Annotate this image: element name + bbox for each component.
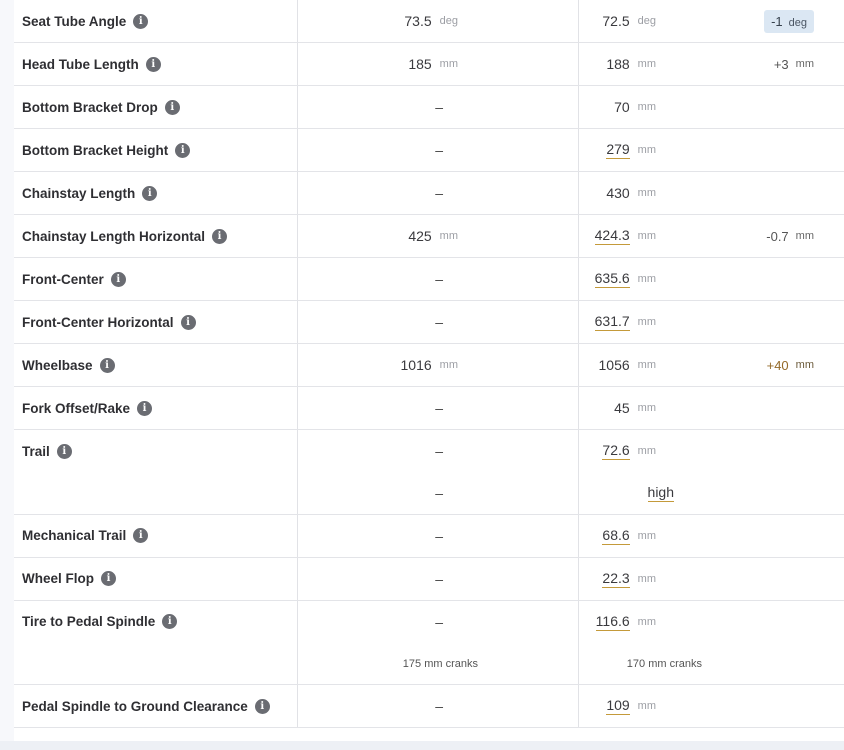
difference-value: +3 mm xyxy=(773,56,814,72)
bike2-value: 70 mm xyxy=(614,99,656,115)
info-icon[interactable]: i xyxy=(162,614,178,629)
bike2-value: 45 mm xyxy=(614,400,656,416)
table-row: Bottom Bracket Drop i – 70 mm xyxy=(14,86,844,129)
bike1-value: 73.5 deg xyxy=(404,13,458,29)
bike2-value: 635.6 mm xyxy=(594,270,656,288)
bike1-empty: – xyxy=(435,613,443,630)
info-icon[interactable]: i xyxy=(142,185,158,201)
bike1-empty: – xyxy=(435,271,443,287)
info-icon[interactable]: i xyxy=(180,314,196,330)
trail-rating: high xyxy=(647,484,674,502)
bike2-value: 430 mm xyxy=(606,185,656,201)
info-icon[interactable]: i xyxy=(145,56,161,72)
geometry-table: Seat Tube Angle i 73.5 deg 72.5 deg -1 deg H… xyxy=(14,0,844,728)
bike2-value: 116.6 mm xyxy=(595,612,656,631)
row-label: Front-Center i xyxy=(22,258,126,300)
table-row: Head Tube Length i 185 mm 188 mm +3 mm xyxy=(14,43,844,86)
table-row: Tire to Pedal Spindle i – 175 mm cranks 1… xyxy=(14,600,844,685)
bike1-empty: – xyxy=(435,698,443,714)
difference-badge: -1 deg xyxy=(764,0,814,42)
bike1-value: 185 mm xyxy=(408,56,458,72)
table-row: Chainstay Length i – 430 mm xyxy=(14,172,844,215)
info-icon[interactable]: i xyxy=(164,99,180,115)
bike2-crank-note: 170 mm cranks xyxy=(626,657,702,670)
bike1-empty: – xyxy=(435,400,443,416)
row-label: Head Tube Length i xyxy=(22,43,161,85)
info-icon[interactable]: i xyxy=(212,228,228,244)
bike2-value: 1056 mm xyxy=(598,357,656,373)
table-row: Front-Center i – 635.6 mm xyxy=(14,258,844,301)
table-row: Trail i – – 72.6 mm high xyxy=(14,430,844,515)
bike1-empty: – xyxy=(435,443,443,459)
table-row: Mechanical Trail i – 68.6 mm xyxy=(14,514,844,558)
bike2-value: 72.6 mm xyxy=(602,442,656,460)
row-label: Chainstay Length Horizontal i xyxy=(22,215,228,257)
row-label: Mechanical Trail i xyxy=(22,515,149,557)
info-icon[interactable]: i xyxy=(137,400,153,416)
bike2-value: 424.3 mm xyxy=(594,227,656,245)
row-label: Tire to Pedal Spindle i xyxy=(22,601,178,643)
row-label: Fork Offset/Rake i xyxy=(22,387,153,429)
bike1-value: 425 mm xyxy=(408,228,458,244)
table-row: Wheelbase i 1016 mm 1056 mm +40 mm xyxy=(14,344,844,387)
row-label: Front-Center Horizontal i xyxy=(22,301,196,343)
bike1-empty: – xyxy=(435,485,443,501)
info-icon[interactable]: i xyxy=(254,698,270,714)
table-row: Pedal Spindle to Ground Clearance i – 109… xyxy=(14,685,844,728)
left-margin xyxy=(0,0,14,750)
bike1-empty: – xyxy=(435,142,443,158)
bike2-value: 68.6 mm xyxy=(602,526,656,545)
bike2-value: 109 mm xyxy=(606,697,656,715)
table-row: Fork Offset/Rake i – 45 mm xyxy=(14,387,844,430)
info-icon[interactable]: i xyxy=(110,271,126,287)
bike1-crank-note: 175 mm cranks xyxy=(402,657,478,670)
bottom-bar xyxy=(0,741,844,750)
info-icon[interactable]: i xyxy=(133,13,149,29)
bike2-value: 631.7 mm xyxy=(594,313,656,331)
table-row: Seat Tube Angle i 73.5 deg 72.5 deg -1 deg xyxy=(14,0,844,43)
bike2-value: 279 mm xyxy=(606,141,656,159)
row-label: Trail i xyxy=(22,430,72,472)
bike2-value: 72.5 deg xyxy=(602,13,656,29)
bike2-value: 188 mm xyxy=(606,56,656,72)
row-label: Seat Tube Angle i xyxy=(22,0,149,42)
info-icon[interactable]: i xyxy=(175,142,191,158)
difference-value: -0.7 mm xyxy=(766,228,814,244)
info-icon[interactable]: i xyxy=(99,357,115,373)
table-row: Wheel Flop i – 22.3 mm xyxy=(14,557,844,601)
table-row: Bottom Bracket Height i – 279 mm xyxy=(14,129,844,172)
row-label: Bottom Bracket Drop i xyxy=(22,86,180,128)
row-label: Wheel Flop i xyxy=(22,558,116,600)
row-label: Chainstay Length i xyxy=(22,172,158,214)
bike1-value: 1016 mm xyxy=(400,357,458,373)
bike1-empty: – xyxy=(435,527,443,544)
row-label: Pedal Spindle to Ground Clearance i xyxy=(22,685,270,727)
info-icon[interactable]: i xyxy=(56,443,72,459)
bike1-empty: – xyxy=(435,314,443,330)
bike1-empty: – xyxy=(435,570,443,587)
bike1-empty: – xyxy=(435,99,443,115)
row-label: Wheelbase i xyxy=(22,344,115,386)
row-label: Bottom Bracket Height i xyxy=(22,129,191,171)
bike1-empty: – xyxy=(435,185,443,201)
table-row: Front-Center Horizontal i – 631.7 mm xyxy=(14,301,844,344)
bike2-value: 22.3 mm xyxy=(602,569,656,588)
difference-value: +40 mm xyxy=(766,357,814,373)
table-row: Chainstay Length Horizontal i 425 mm 424.3… xyxy=(14,215,844,258)
info-icon[interactable]: i xyxy=(133,528,149,543)
info-icon[interactable]: i xyxy=(101,571,116,586)
